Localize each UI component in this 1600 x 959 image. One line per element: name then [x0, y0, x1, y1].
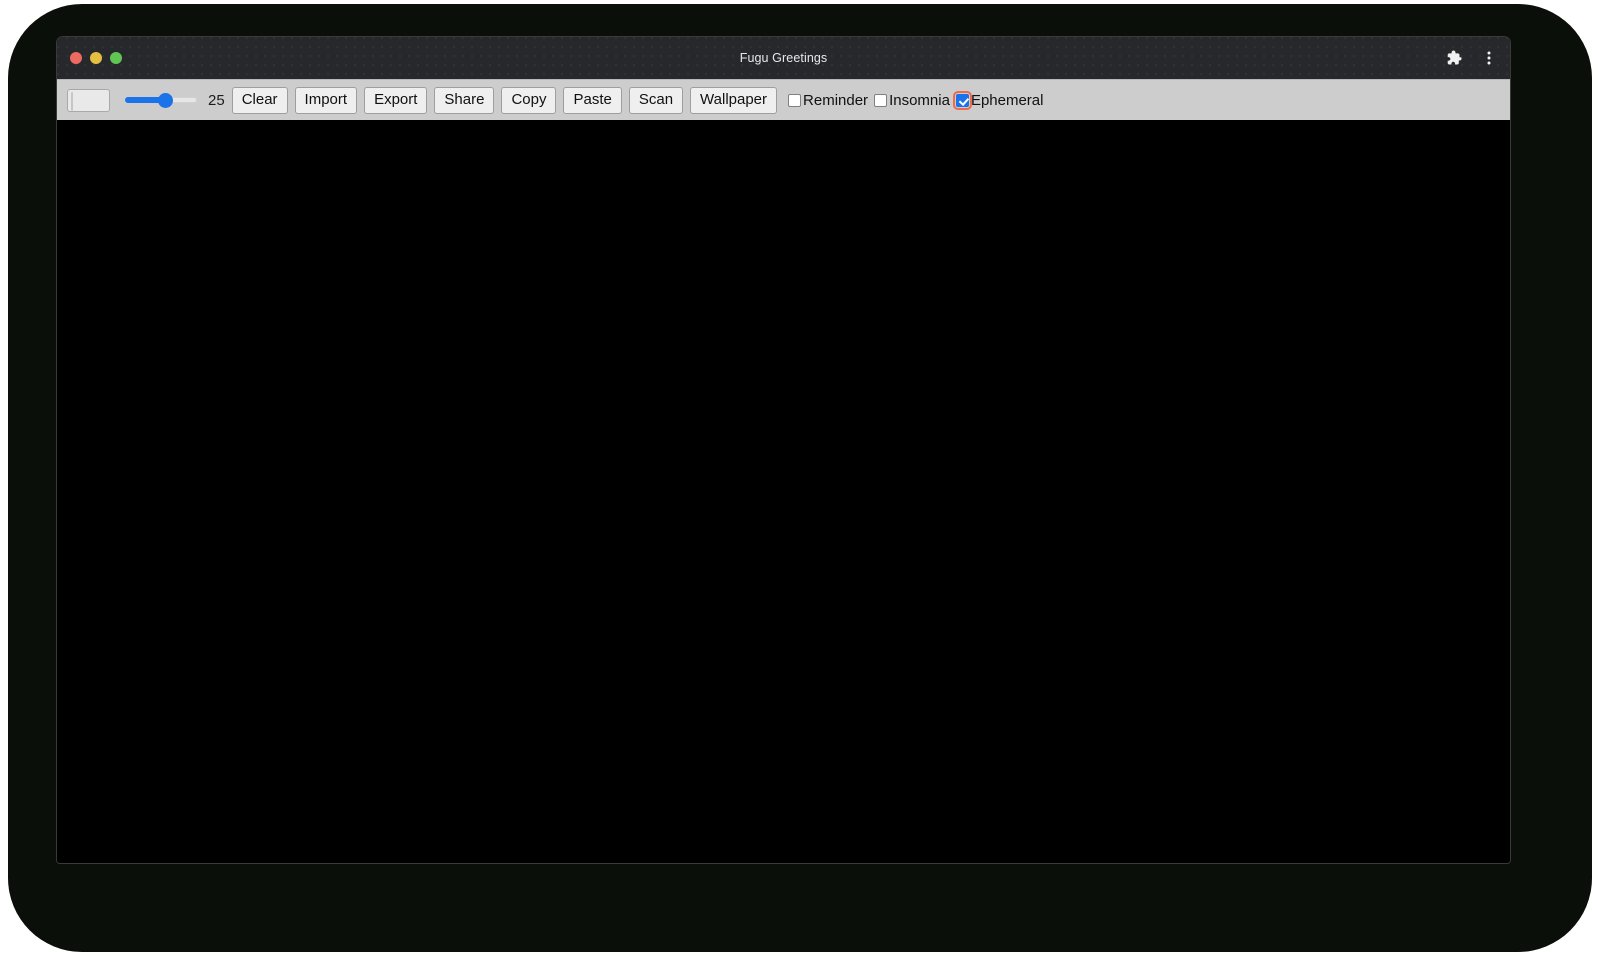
color-picker-input[interactable]: [67, 88, 110, 112]
reminder-checkbox-box[interactable]: [788, 93, 802, 107]
screen: Fugu Greetings 25 Clear Import Export Sh…: [0, 0, 1600, 959]
export-button[interactable]: Export: [364, 86, 428, 114]
slider-value-label: 25: [208, 91, 225, 109]
browser-window: Fugu Greetings 25 Clear Import Export Sh…: [56, 36, 1511, 864]
slider-thumb[interactable]: [158, 93, 173, 108]
scan-button[interactable]: Scan: [628, 86, 684, 114]
insomnia-checkbox-label: Insomnia: [889, 91, 950, 109]
copy-button[interactable]: Copy: [501, 86, 557, 114]
app-toolbar: 25 Clear Import Export Share Copy Paste …: [57, 79, 1510, 120]
reminder-checkbox[interactable]: Reminder: [788, 92, 874, 109]
paste-button[interactable]: Paste: [563, 86, 622, 114]
ephemeral-checkbox-label: Ephemeral: [970, 91, 1044, 109]
ephemeral-checkbox-box[interactable]: [952, 90, 972, 110]
line-width-slider[interactable]: [125, 89, 197, 111]
insomnia-checkbox[interactable]: Insomnia: [874, 92, 956, 109]
maximize-window-button[interactable]: [110, 52, 122, 64]
wallpaper-button[interactable]: Wallpaper: [690, 86, 778, 114]
insomnia-checkbox-box[interactable]: [874, 93, 888, 107]
traffic-light-controls: [70, 37, 122, 79]
toolbar-checkboxes: Reminder Insomnia Ephemeral: [788, 90, 1050, 110]
ephemeral-checkbox[interactable]: Ephemeral: [952, 90, 1050, 110]
title-bar: Fugu Greetings: [57, 37, 1510, 79]
clear-button[interactable]: Clear: [231, 86, 288, 114]
window-title: Fugu Greetings: [739, 51, 828, 65]
drawing-canvas[interactable]: [57, 120, 1510, 863]
extensions-icon[interactable]: [1443, 47, 1465, 69]
title-bar-actions: [1443, 37, 1500, 79]
share-button[interactable]: Share: [434, 86, 495, 114]
color-swatch: [71, 91, 73, 111]
more-menu-icon[interactable]: [1478, 47, 1500, 69]
import-button[interactable]: Import: [294, 86, 358, 114]
close-window-button[interactable]: [70, 52, 82, 64]
reminder-checkbox-label: Reminder: [803, 91, 869, 109]
minimize-window-button[interactable]: [90, 52, 102, 64]
